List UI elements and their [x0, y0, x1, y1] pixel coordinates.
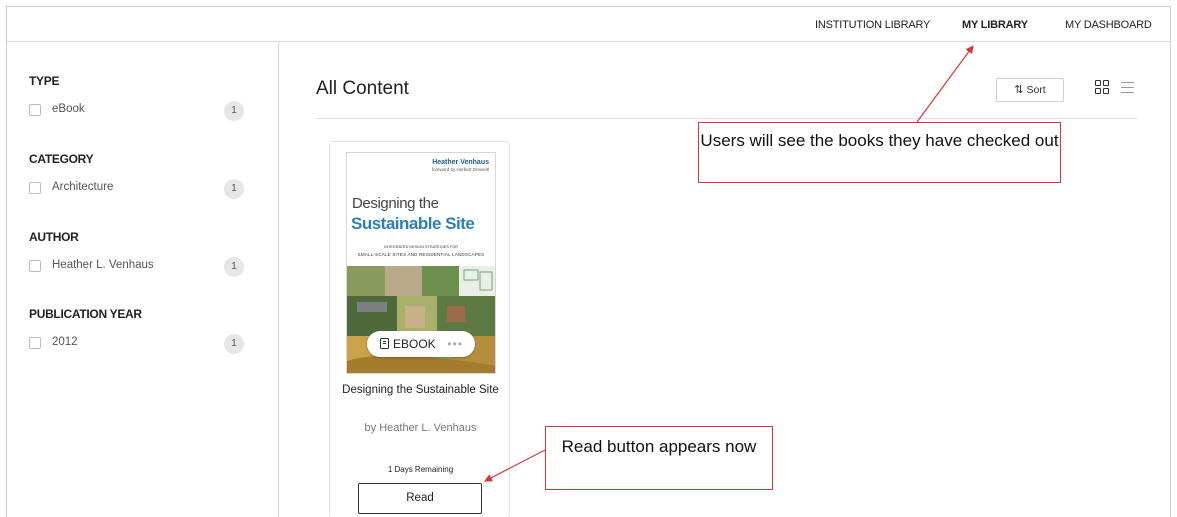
- more-options-icon[interactable]: •••: [447, 331, 463, 357]
- cover-title-line1: Designing the: [352, 195, 439, 212]
- cover-foreword: foreword by Herbert Dreiseitl: [431, 167, 489, 172]
- sort-icon: ⇅: [1014, 84, 1024, 96]
- nav-my-dashboard[interactable]: MY DASHBOARD: [1065, 19, 1152, 31]
- cover-photo-collage: [347, 266, 495, 373]
- ebook-icon: [380, 338, 389, 349]
- facet-option-label: eBook: [52, 103, 85, 115]
- filter-sidebar: TYPE eBook 1 CATEGORY Architecture 1 AUT…: [7, 42, 279, 517]
- cover-author: Heather Venhaus: [432, 159, 489, 166]
- cover-subtitle-line2: SMALL-SCALE SITES AND RESIDENTIAL LANDSC…: [357, 252, 485, 257]
- facet-checkbox[interactable]: [29, 260, 41, 272]
- facet-checkbox[interactable]: [29, 337, 41, 349]
- annotation-callout: Users will see the books they have check…: [698, 122, 1061, 183]
- facet-option-label: 2012: [52, 336, 78, 348]
- annotation-callout: Read button appears now: [545, 426, 773, 490]
- book-title[interactable]: Designing the Sustainable Site: [340, 383, 501, 397]
- facet-count-badge: 1: [224, 334, 244, 354]
- book-author: by Heather L. Venhaus: [364, 422, 477, 434]
- facet-option-heather-venhaus[interactable]: Heather L. Venhaus 1: [29, 257, 249, 277]
- top-navigation: INSTITUTION LIBRARY MY LIBRARY MY DASHBO…: [7, 7, 1170, 42]
- cover-subtitle-line1: INTEGRATED DESIGN STRATEGIES FOR: [384, 245, 458, 249]
- facet-checkbox[interactable]: [29, 182, 41, 194]
- book-card[interactable]: Heather Venhaus foreword by Herbert Drei…: [329, 141, 510, 517]
- page-title: All Content: [316, 78, 409, 99]
- grid-view-icon[interactable]: [1095, 80, 1111, 96]
- facet-heading-type: TYPE: [29, 74, 60, 88]
- ebook-format-badge[interactable]: EBOOK •••: [367, 331, 475, 357]
- facet-heading-author: AUTHOR: [29, 230, 79, 244]
- facet-option-label: Architecture: [52, 181, 114, 193]
- facet-heading-category: CATEGORY: [29, 152, 94, 166]
- list-view-icon[interactable]: [1121, 81, 1135, 95]
- facet-option-label: Heather L. Venhaus: [52, 259, 154, 271]
- facet-heading-publication-year: PUBLICATION YEAR: [29, 307, 142, 321]
- nav-institution-library[interactable]: INSTITUTION LIBRARY: [815, 19, 930, 31]
- nav-my-library[interactable]: MY LIBRARY: [962, 19, 1028, 31]
- facet-count-badge: 1: [224, 179, 244, 199]
- facet-count-badge: 1: [224, 257, 244, 277]
- facet-checkbox[interactable]: [29, 104, 41, 116]
- facet-option-ebook[interactable]: eBook 1: [29, 101, 249, 121]
- sort-button[interactable]: ⇅ Sort: [996, 78, 1064, 102]
- facet-count-badge: 1: [224, 101, 244, 121]
- book-cover[interactable]: Heather Venhaus foreword by Herbert Drei…: [346, 152, 496, 374]
- cover-title-line2: Sustainable Site: [351, 214, 475, 233]
- sort-label: Sort: [1026, 84, 1046, 96]
- facet-option-2012[interactable]: 2012 1: [29, 334, 249, 354]
- divider: [316, 118, 1138, 119]
- facet-option-architecture[interactable]: Architecture 1: [29, 179, 249, 199]
- ebook-badge-label: EBOOK: [393, 337, 436, 351]
- loan-remaining: 1 Days Remaining: [387, 465, 454, 474]
- read-button[interactable]: Read: [358, 483, 482, 514]
